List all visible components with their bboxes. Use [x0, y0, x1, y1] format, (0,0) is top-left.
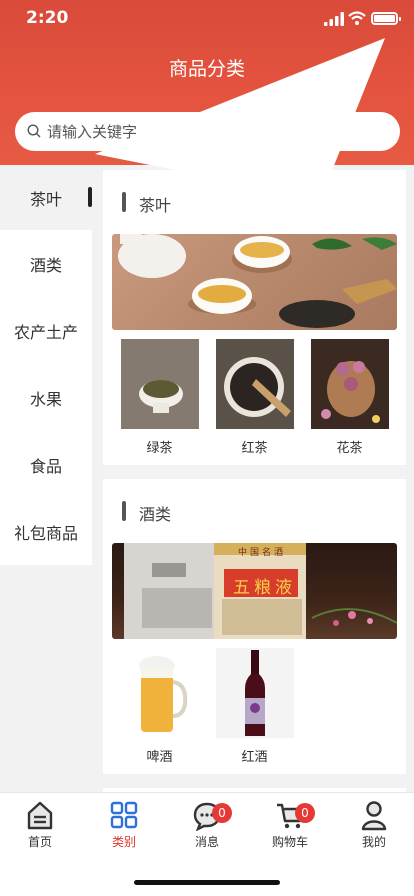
status-bar: 2:20	[0, 0, 414, 328]
sidebar-item-label: 食品	[29, 456, 62, 476]
tab-messages[interactable]: 0 消息	[172, 799, 242, 850]
subcategory-green-tea[interactable]: 绿茶	[112, 339, 207, 456]
liquor-label-badge: 中国名酒	[238, 548, 287, 558]
section-title: 茶叶	[139, 196, 172, 215]
tab-label: 首页	[27, 835, 52, 849]
sidebar-item-label: 农产土产	[13, 322, 78, 342]
sidebar-item-farm-products[interactable]: 农产土产	[0, 297, 92, 364]
section-header: 茶叶	[112, 170, 397, 234]
tea-banner-illustration	[118, 234, 397, 328]
search-icon	[27, 124, 41, 138]
status-time: 2:20	[26, 8, 69, 28]
green-tea-image	[120, 339, 199, 429]
liquor-banner-image[interactable]: 中国名酒 五粮液	[112, 543, 397, 639]
sidebar-item-label: 水果	[29, 389, 62, 409]
section-title: 酒类	[139, 505, 172, 524]
sidebar-item-fruit[interactable]: 水果	[0, 364, 92, 431]
tab-profile[interactable]: 我的	[339, 799, 409, 850]
subcategory-flower-tea[interactable]: 花茶	[302, 339, 397, 456]
flower-tea-image	[310, 339, 389, 429]
cellular-signal-icon	[324, 12, 344, 26]
tab-label: 我的	[361, 835, 386, 849]
black-tea-image	[215, 339, 294, 429]
sidebar-item-label: 茶叶	[29, 189, 62, 209]
tab-label: 类别	[111, 835, 136, 849]
tab-home[interactable]: 首页	[5, 799, 75, 850]
red-wine-image	[215, 648, 294, 738]
beer-image	[120, 648, 199, 738]
home-icon	[27, 801, 53, 830]
subcategory-label: 红茶	[241, 441, 268, 456]
tab-label: 购物车	[271, 835, 308, 849]
user-icon	[361, 801, 387, 831]
sidebar-item-liquor[interactable]: 酒类	[0, 230, 92, 297]
section-tea: 茶叶 绿茶 红茶 花茶	[103, 170, 406, 465]
subcategory-red-wine[interactable]: 红酒	[207, 648, 302, 765]
tab-categories[interactable]: 类别	[89, 799, 159, 850]
section-header: 酒类	[112, 479, 397, 543]
category-content: 茶叶 绿茶 红茶 花茶 酒类 中国名酒 五粮液 啤酒 红酒	[103, 170, 406, 822]
sidebar-item-label: 礼包商品	[13, 523, 78, 543]
messages-badge: 0	[212, 803, 232, 823]
section-marker	[122, 501, 126, 521]
tab-label: 消息	[194, 835, 219, 849]
battery-icon	[371, 12, 401, 25]
page-title: 商品分类	[168, 58, 245, 80]
subcategory-label: 啤酒	[146, 750, 173, 765]
tea-banner-image[interactable]	[112, 234, 397, 330]
wifi-icon	[348, 11, 366, 25]
sidebar-item-food[interactable]: 食品	[0, 431, 92, 498]
sidebar-item-label: 酒类	[29, 255, 62, 275]
section-marker	[122, 192, 126, 212]
active-indicator	[88, 187, 92, 207]
sidebar-item-tea[interactable]: 茶叶	[0, 165, 92, 230]
sidebar-item-gift-packs[interactable]: 礼包商品	[0, 498, 92, 565]
liquor-brand-text: 五粮液	[233, 578, 296, 598]
subcategory-grid: 啤酒 红酒	[112, 648, 397, 765]
search-bar[interactable]	[15, 112, 400, 151]
cart-badge: 0	[295, 803, 315, 823]
header: 2:20 商品分类	[0, 0, 414, 328]
search-input[interactable]	[47, 112, 387, 151]
subcategory-beer[interactable]: 啤酒	[112, 648, 207, 765]
section-liquor: 酒类 中国名酒 五粮液 啤酒 红酒	[103, 479, 406, 774]
subcategory-label: 花茶	[336, 441, 363, 456]
subcategory-grid: 绿茶 红茶 花茶	[112, 339, 397, 456]
category-sidebar: 茶叶 酒类 农产土产 水果 食品 礼包商品	[0, 165, 92, 565]
subcategory-label: 红酒	[241, 750, 268, 765]
subcategory-label: 绿茶	[146, 441, 173, 456]
category-grid-icon	[110, 801, 138, 829]
tab-cart[interactable]: 0 购物车	[255, 799, 325, 850]
subcategory-black-tea[interactable]: 红茶	[207, 339, 302, 456]
home-indicator	[134, 880, 280, 885]
